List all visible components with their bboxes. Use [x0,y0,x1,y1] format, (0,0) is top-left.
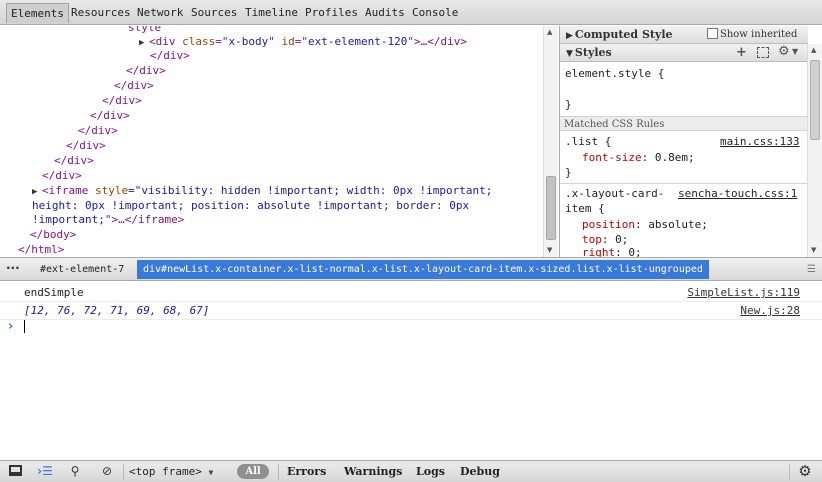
tab-console[interactable]: Console [408,3,462,23]
status-bar: ›☰ ⚲ ⊘ <top frame> ▼ All Errors Warnings… [0,460,822,482]
scroll-up-icon[interactable]: ▲ [547,28,552,36]
css-property[interactable]: font-size: 0.8em; [582,150,695,165]
dom-tree: style" ▶ <div class="x-body" id="ext-elem… [0,26,543,257]
tree-scroll-thumb[interactable] [546,176,556,240]
tab-elements[interactable]: Elements [6,3,69,23]
chevron-down-icon: ▼ [208,468,214,477]
tab-network[interactable]: Network [133,3,187,23]
clear-console-icon[interactable]: ⊘ [96,463,118,481]
dock-icon[interactable] [4,463,26,481]
rule-selector[interactable]: .x-layout-card- [565,186,664,201]
rule-close: } [565,166,572,179]
tree-iframe-continuation: height: 0px !important; position: absolu… [32,199,470,212]
expand-triangle-icon[interactable]: ▶ [139,36,149,51]
tree-node-iframe[interactable]: ▶ <iframe style="visibility: hidden !impo… [32,183,492,198]
breadcrumb-item-selected[interactable]: div#newList.x-container.x-list-normal.x-… [137,260,709,279]
chevron-down-icon[interactable]: ▼ [792,47,798,56]
gear-icon[interactable]: ⚙ [778,44,790,59]
scroll-down-icon[interactable]: ▼ [547,246,552,254]
message-source-link[interactable]: New.js:28 [740,302,800,320]
toolbar-divider [123,464,124,480]
matched-css-rules-header: Matched CSS Rules [560,116,808,131]
filter-warnings-button[interactable]: Warnings [344,463,402,481]
more-dots-icon[interactable]: ··· [6,261,20,275]
toolbar-divider [278,464,279,480]
tree-close-tag[interactable]: </div> [126,63,166,78]
tab-resources[interactable]: Resources [67,3,135,23]
console-message: [12, 76, 72, 71, 69, 68, 67] New.js:28 [0,302,822,320]
tab-timeline[interactable]: Timeline [241,3,302,23]
filter-errors-button[interactable]: Errors [287,463,326,481]
toggle-element-state-icon[interactable] [757,47,769,58]
show-inherited-checkbox[interactable]: Show inherited [707,28,797,40]
scroll-up-icon[interactable]: ▲ [811,46,816,54]
element-style-selector[interactable]: element.style { [565,66,664,81]
breadcrumb: ··· #ext-element-7 div#newList.x-contain… [0,257,822,281]
filter-debug-button[interactable]: Debug [460,463,500,481]
console-panel[interactable]: endSimple SimpleList.js:119 [12, 76, 72,… [0,282,822,460]
frame-select[interactable]: <top frame> ▼ [129,463,213,481]
console-message: endSimple SimpleList.js:119 [0,284,822,302]
tree-close-tag[interactable]: </div> [90,108,130,123]
toolbar-divider [789,464,790,480]
tree-close-tag[interactable]: </div> [66,138,106,153]
element-style-close: } [565,98,572,111]
collapsed-triangle-icon: ▶ [566,31,573,41]
tree-close-tag[interactable]: </div> [102,93,142,108]
console-drawer-icon[interactable]: ›☰ [34,463,56,481]
styles-scrollbar[interactable]: ▲ ▼ [807,44,822,257]
breadcrumb-item[interactable]: #ext-element-7 [34,260,130,279]
tree-close-tag[interactable]: </div> [150,48,190,63]
tab-profiles[interactable]: Profiles [301,3,362,23]
console-input-caret[interactable] [24,320,25,333]
tab-audits[interactable]: Audits [361,3,409,23]
tree-body-close[interactable]: </body> [30,227,76,242]
rule-divider [560,183,808,184]
scroll-down-icon[interactable]: ▼ [811,246,816,254]
styles-header[interactable]: ▼ Styles [560,44,808,62]
styles-scroll-thumb[interactable] [810,60,820,140]
tab-sources[interactable]: Sources [187,3,241,23]
gear-icon[interactable]: ⚙ [794,463,816,481]
rule-selector-continuation: item { [565,202,605,215]
tree-html-close[interactable]: </html> [18,242,64,257]
rule-source-link[interactable]: sencha-touch.css:1 [678,186,797,201]
tree-scrollbar[interactable]: ▲ ▼ [543,26,558,257]
prompt-chevron-icon: › [8,319,14,334]
tree-close-tag[interactable]: </div> [54,153,94,168]
styles-sidebar: ▶ Computed Style Show inherited ▼ Styles +… [559,26,822,257]
add-rule-icon[interactable]: + [736,45,747,60]
expanded-triangle-icon: ▼ [566,49,573,59]
filter-logs-button[interactable]: Logs [416,463,445,481]
search-icon[interactable]: ⚲ [64,463,86,481]
css-property[interactable]: right: 0; [582,245,642,257]
tree-close-tag[interactable]: </div> [42,168,82,183]
drag-handle-icon[interactable]: ☰ [807,264,816,275]
message-source-link[interactable]: SimpleList.js:119 [687,284,800,302]
tree-node-xbody[interactable]: ▶ <div class="x-body" id="ext-element-120… [139,34,467,49]
rule-source-link[interactable]: main.css:133 [720,134,799,149]
filter-all-button[interactable]: All [237,464,269,479]
rule-selector[interactable]: .list { [565,134,611,149]
css-property[interactable]: position: absolute; [582,217,708,232]
checkbox-icon[interactable] [707,28,718,39]
tree-iframe-continuation: !important;">…</iframe> [32,213,185,226]
tree-close-tag[interactable]: </div> [78,123,118,138]
panel-tab-bar: Elements Resources Network Sources Timel… [0,0,822,25]
tree-close-tag[interactable]: </div> [114,78,154,93]
